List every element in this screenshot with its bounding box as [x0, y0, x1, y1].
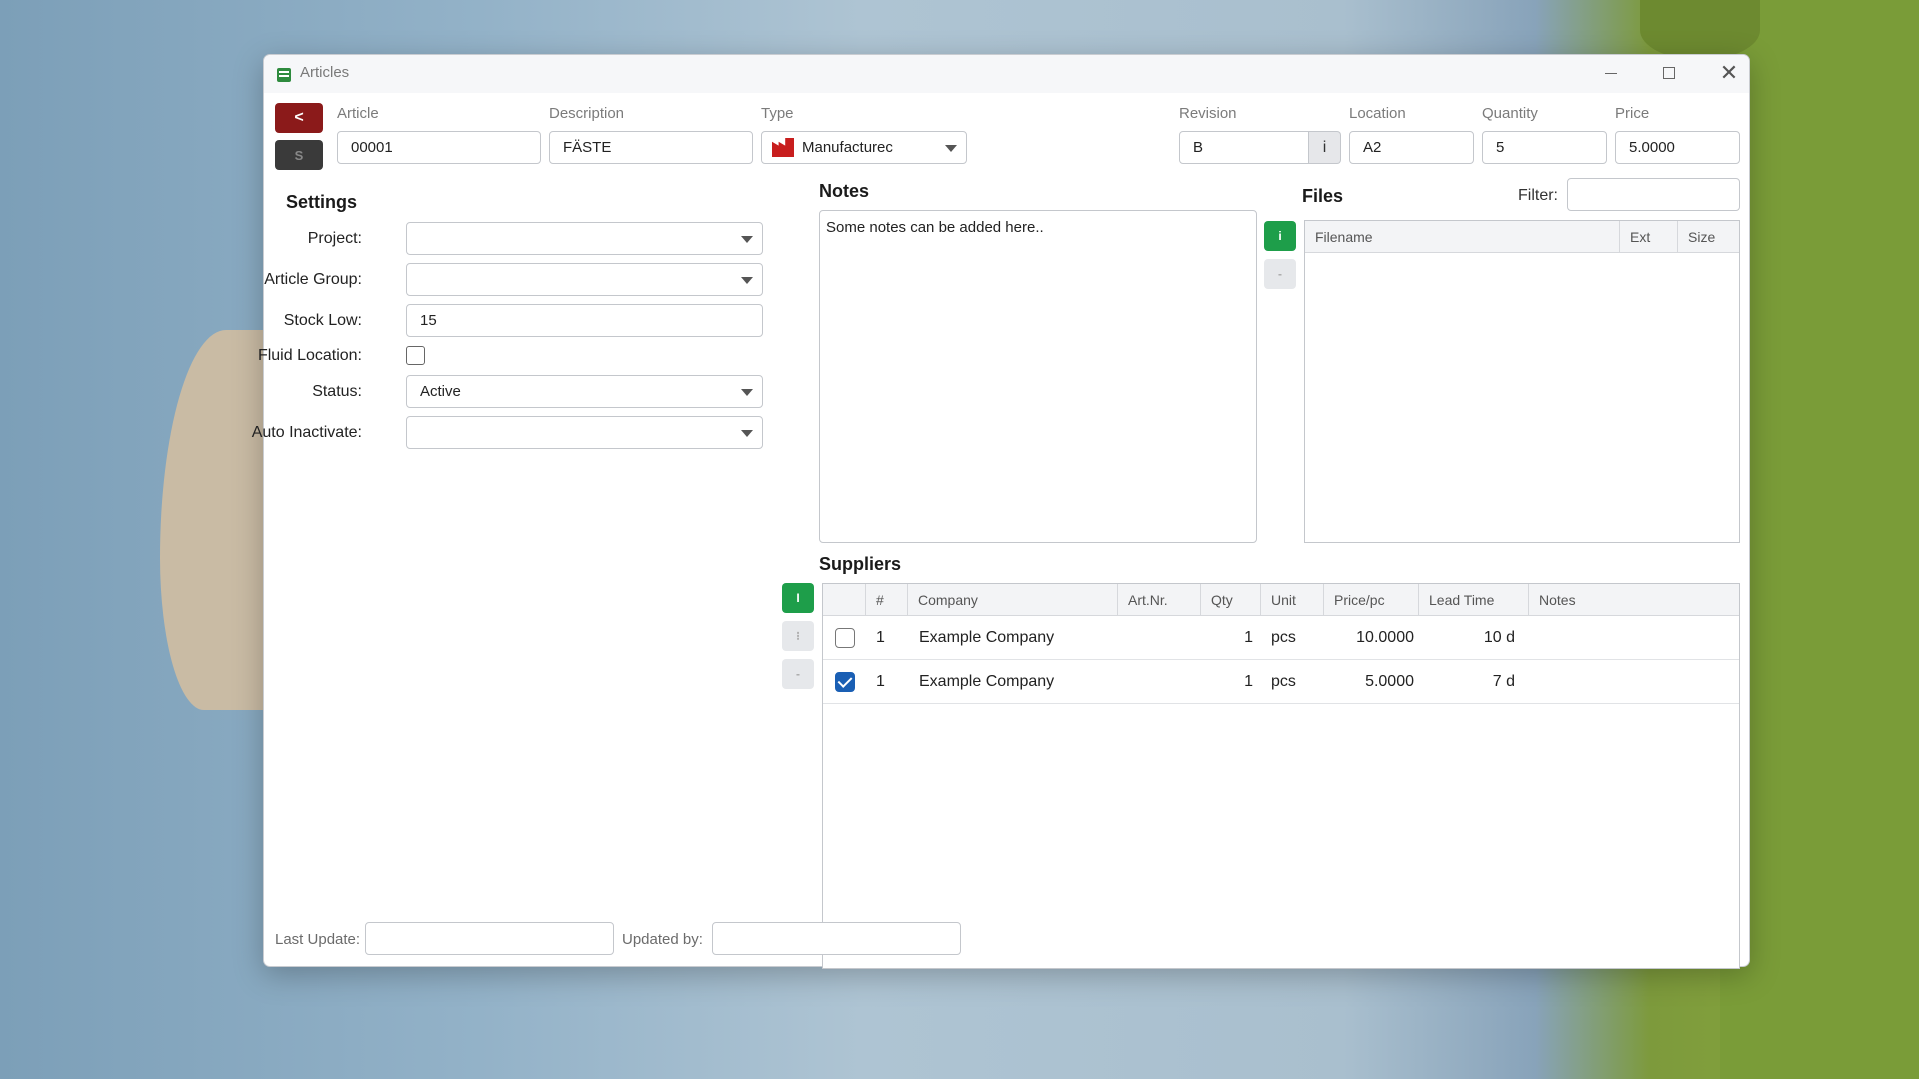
close-icon: ✕ — [1719, 60, 1739, 85]
row-unit: pcs — [1271, 673, 1296, 690]
chevron-down-icon — [741, 277, 753, 284]
suppliers-col-price[interactable]: Price/pc — [1324, 584, 1419, 616]
files-col-filename[interactable]: Filename — [1305, 221, 1620, 253]
article-group-select[interactable] — [406, 263, 763, 296]
row-num: 1 — [876, 629, 885, 646]
chevron-down-icon — [741, 389, 753, 396]
suppliers-col-artnr[interactable]: Art.Nr. — [1118, 584, 1201, 616]
app-icon — [277, 68, 291, 82]
maximize-button[interactable] — [1649, 61, 1689, 85]
suppliers-table-header: # Company Art.Nr. Qty Unit Price/pc Lead… — [823, 584, 1739, 616]
last-update-label: Last Update: — [275, 931, 361, 948]
updated-by-label: Updated by: — [622, 931, 703, 948]
files-table: Filename Ext Size — [1304, 220, 1740, 543]
suppliers-col-select — [823, 584, 866, 616]
status-select[interactable]: Active — [406, 375, 763, 408]
suppliers-col-num[interactable]: # — [866, 584, 908, 616]
row-qty: 1 — [1244, 629, 1253, 646]
title-bar: Articles ✕ — [264, 55, 1749, 93]
row-company: Example Company — [919, 629, 1055, 646]
last-update-input[interactable] — [365, 922, 614, 955]
settings-title: Settings — [286, 192, 358, 212]
row-leadtime: 10 d — [1483, 629, 1515, 646]
stock-low-input[interactable] — [406, 304, 763, 337]
add-supplier-button[interactable]: I — [782, 583, 814, 613]
price-input[interactable] — [1615, 131, 1740, 164]
article-group-label: Article Group: — [264, 271, 362, 288]
maximize-icon — [1663, 67, 1675, 79]
revision-input[interactable] — [1179, 131, 1309, 164]
chevron-down-icon — [945, 145, 957, 152]
table-row[interactable]: 1 Example Company 1 pcs 10.0000 10 d — [823, 616, 1739, 660]
suppliers-title: Suppliers — [819, 554, 902, 574]
remove-supplier-button[interactable]: - — [782, 659, 814, 689]
row-price: 10.0000 — [1356, 629, 1414, 646]
row-checkbox[interactable] — [835, 672, 855, 692]
minimize-button[interactable] — [1591, 61, 1631, 85]
edit-supplier-button[interactable]: ⁝ — [782, 621, 814, 651]
row-leadtime: 7 d — [1492, 673, 1515, 690]
suppliers-col-company[interactable]: Company — [908, 584, 1118, 616]
suppliers-col-unit[interactable]: Unit — [1261, 584, 1324, 616]
notes-textarea[interactable]: Some notes can be added here.. — [819, 210, 1257, 543]
stock-low-label: Stock Low: — [283, 312, 362, 329]
description-label: Description — [549, 105, 625, 122]
row-artnr — [1118, 660, 1201, 704]
files-table-header: Filename Ext Size — [1305, 221, 1739, 253]
fluid-location-checkbox[interactable] — [406, 346, 425, 365]
fluid-location-label: Fluid Location: — [257, 347, 362, 364]
files-title: Files — [1302, 186, 1344, 206]
row-qty: 1 — [1244, 673, 1253, 690]
files-col-ext[interactable]: Ext — [1620, 221, 1678, 253]
close-button[interactable]: ✕ — [1709, 60, 1749, 85]
suppliers-col-leadtime[interactable]: Lead Time — [1419, 584, 1529, 616]
description-input[interactable] — [549, 131, 753, 164]
auto-inactivate-select[interactable] — [406, 416, 763, 449]
revision-info-button[interactable]: i — [1309, 131, 1341, 164]
suppliers-col-notes[interactable]: Notes — [1529, 584, 1739, 616]
updated-by-input[interactable] — [712, 922, 961, 955]
minimize-icon — [1605, 72, 1617, 74]
row-artnr — [1118, 616, 1201, 660]
row-company: Example Company — [919, 673, 1055, 690]
chevron-down-icon — [741, 430, 753, 437]
quantity-input[interactable] — [1482, 131, 1607, 164]
project-label: Project: — [307, 230, 362, 247]
suppliers-col-qty[interactable]: Qty — [1201, 584, 1261, 616]
add-file-button[interactable]: i — [1264, 221, 1296, 251]
row-num: 1 — [876, 673, 885, 690]
row-price: 5.0000 — [1365, 673, 1414, 690]
revision-label: Revision — [1179, 105, 1237, 122]
status-value: Active — [420, 383, 461, 400]
row-unit: pcs — [1271, 629, 1296, 646]
auto-inactivate-label: Auto Inactivate: — [251, 424, 362, 441]
row-checkbox[interactable] — [835, 628, 855, 648]
status-label: Status: — [312, 383, 362, 400]
factory-icon — [772, 138, 794, 157]
article-input[interactable] — [337, 131, 541, 164]
location-input[interactable] — [1349, 131, 1474, 164]
table-row[interactable]: 1 Example Company 1 pcs 5.0000 7 d — [823, 660, 1739, 704]
type-value: Manufacturec — [802, 139, 893, 156]
filter-label: Filter: — [1518, 187, 1558, 204]
save-button[interactable]: S — [275, 140, 323, 170]
window-title: Articles — [300, 64, 350, 81]
chevron-down-icon — [741, 236, 753, 243]
suppliers-table: # Company Art.Nr. Qty Unit Price/pc Lead… — [822, 583, 1740, 969]
remove-file-button[interactable]: - — [1264, 259, 1296, 289]
articles-window: Articles ✕ < S Article Description Type … — [252, 54, 1750, 969]
project-select[interactable] — [406, 222, 763, 255]
price-label: Price — [1615, 105, 1650, 122]
location-label: Location — [1349, 105, 1406, 122]
article-label: Article — [337, 105, 379, 122]
back-button[interactable]: < — [275, 103, 323, 133]
filter-input[interactable] — [1567, 178, 1740, 211]
notes-title: Notes — [819, 181, 870, 201]
type-select[interactable]: Manufacturec — [761, 131, 967, 164]
type-label: Type — [761, 105, 794, 122]
quantity-label: Quantity — [1482, 105, 1538, 122]
files-col-size[interactable]: Size — [1678, 221, 1739, 253]
